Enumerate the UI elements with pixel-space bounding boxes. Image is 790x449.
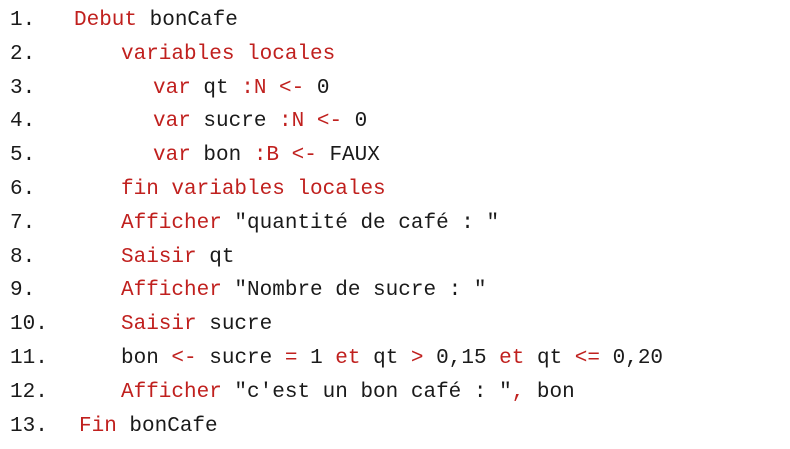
line-number: 11. (10, 346, 48, 370)
keyword-token: var (153, 144, 191, 168)
code-text: Saisir qt (74, 241, 234, 275)
code-text: variables locales (74, 38, 335, 72)
text-token: "quantité de café : " (221, 211, 500, 235)
code-text: var sucre :N <- 0 (74, 105, 367, 139)
keyword-token: Saisir (121, 245, 197, 269)
code-line: 3. var qt :N <- 0 (10, 72, 663, 106)
code-text: Afficher "c'est un bon café : ", bon (66, 376, 575, 410)
keyword-token: <- (171, 346, 197, 370)
line-number: 4. (10, 110, 36, 134)
text-token: 0,15 (423, 346, 500, 370)
text-token: bonCafe (116, 414, 218, 438)
keyword-token: var (153, 110, 191, 134)
code-text: var bon :B <- FAUX (74, 139, 380, 173)
line-number: 6. (10, 177, 36, 201)
keyword-token: fin variables locales (121, 177, 386, 201)
keyword-token: Fin (79, 414, 117, 438)
keyword-token: et (335, 346, 361, 370)
keyword-token: variables locales (121, 42, 336, 66)
text-token: 1 (297, 346, 336, 370)
keyword-token: Debut (74, 9, 138, 32)
code-text: Saisir sucre (66, 308, 272, 342)
line-number: 9. (10, 279, 36, 303)
text-token: bonCafe (137, 9, 238, 32)
code-line: 4. var sucre :N <- 0 (10, 105, 663, 139)
keyword-token: Afficher (121, 279, 222, 303)
keyword-token: et (499, 346, 525, 370)
code-line: 7. Afficher "quantité de café : " (10, 207, 663, 241)
text-token: 0,20 (600, 346, 664, 370)
code-text: Afficher "quantité de café : " (74, 207, 499, 241)
keyword-token: Afficher (121, 211, 222, 235)
code-line: 11. bon <- sucre = 1 et qt > 0,15 et qt <… (10, 342, 663, 376)
line-number: 7. (10, 211, 36, 235)
keyword-token: , (511, 380, 525, 404)
keyword-token: <= (574, 346, 601, 370)
text-token: qt (360, 346, 411, 370)
code-text: var qt :N <- 0 (74, 72, 329, 106)
code-text: bon <- sucre = 1 et qt > 0,15 et qt <= 0… (66, 342, 663, 376)
line-number: 13. (10, 414, 48, 438)
line-number: 3. (10, 76, 36, 100)
text-token: bon (190, 144, 254, 168)
code-text: Fin bonCafe (66, 410, 218, 444)
keyword-token: = (284, 346, 298, 370)
keyword-token: :N <- (241, 76, 305, 100)
text-token: "c'est un bon café : " (221, 380, 512, 404)
keyword-token: :B <- (253, 144, 317, 168)
text-token: bon (524, 380, 575, 404)
text-token: 0 (304, 76, 330, 100)
text-token: qt (524, 346, 575, 370)
code-line: 2. variables locales (10, 38, 663, 72)
text-token: sucre (196, 346, 285, 370)
keyword-token: Afficher (121, 380, 222, 404)
keyword-token: :N <- (279, 110, 343, 134)
code-line: 10. Saisir sucre (10, 308, 663, 342)
keyword-token: Saisir (121, 313, 197, 337)
text-token: qt (196, 245, 235, 269)
code-line: 13. Fin bonCafe (10, 410, 663, 444)
code-listing: 1. Debut bonCafe 2. variables locales 3. var … (10, 4, 663, 443)
line-number: 12. (10, 380, 48, 404)
code-text: fin variables locales (74, 173, 386, 207)
text-token: 0 (342, 110, 368, 134)
text-token: sucre (196, 313, 273, 337)
line-number: 8. (10, 245, 36, 269)
line-number: 5. (10, 144, 36, 168)
code-text: Afficher "Nombre de sucre : " (74, 274, 486, 308)
text-token: qt (190, 76, 242, 100)
code-text: Debut bonCafe (74, 4, 238, 38)
line-number: 1. (10, 9, 36, 32)
keyword-token: > (410, 346, 424, 370)
code-line: 8. Saisir qt (10, 241, 663, 275)
code-line: 5. var bon :B <- FAUX (10, 139, 663, 173)
text-token: "Nombre de sucre : " (221, 279, 487, 303)
code-line: 12. Afficher "c'est un bon café : ", bon (10, 376, 663, 410)
text-token: sucre (190, 110, 280, 134)
keyword-token: var (153, 76, 191, 100)
code-line: 9. Afficher "Nombre de sucre : " (10, 274, 663, 308)
text-token: FAUX (316, 144, 380, 168)
text-token: bon (121, 346, 172, 370)
code-line: 6. fin variables locales (10, 173, 663, 207)
code-line: 1. Debut bonCafe (10, 4, 663, 38)
line-number: 2. (10, 42, 36, 66)
line-number: 10. (10, 313, 48, 337)
